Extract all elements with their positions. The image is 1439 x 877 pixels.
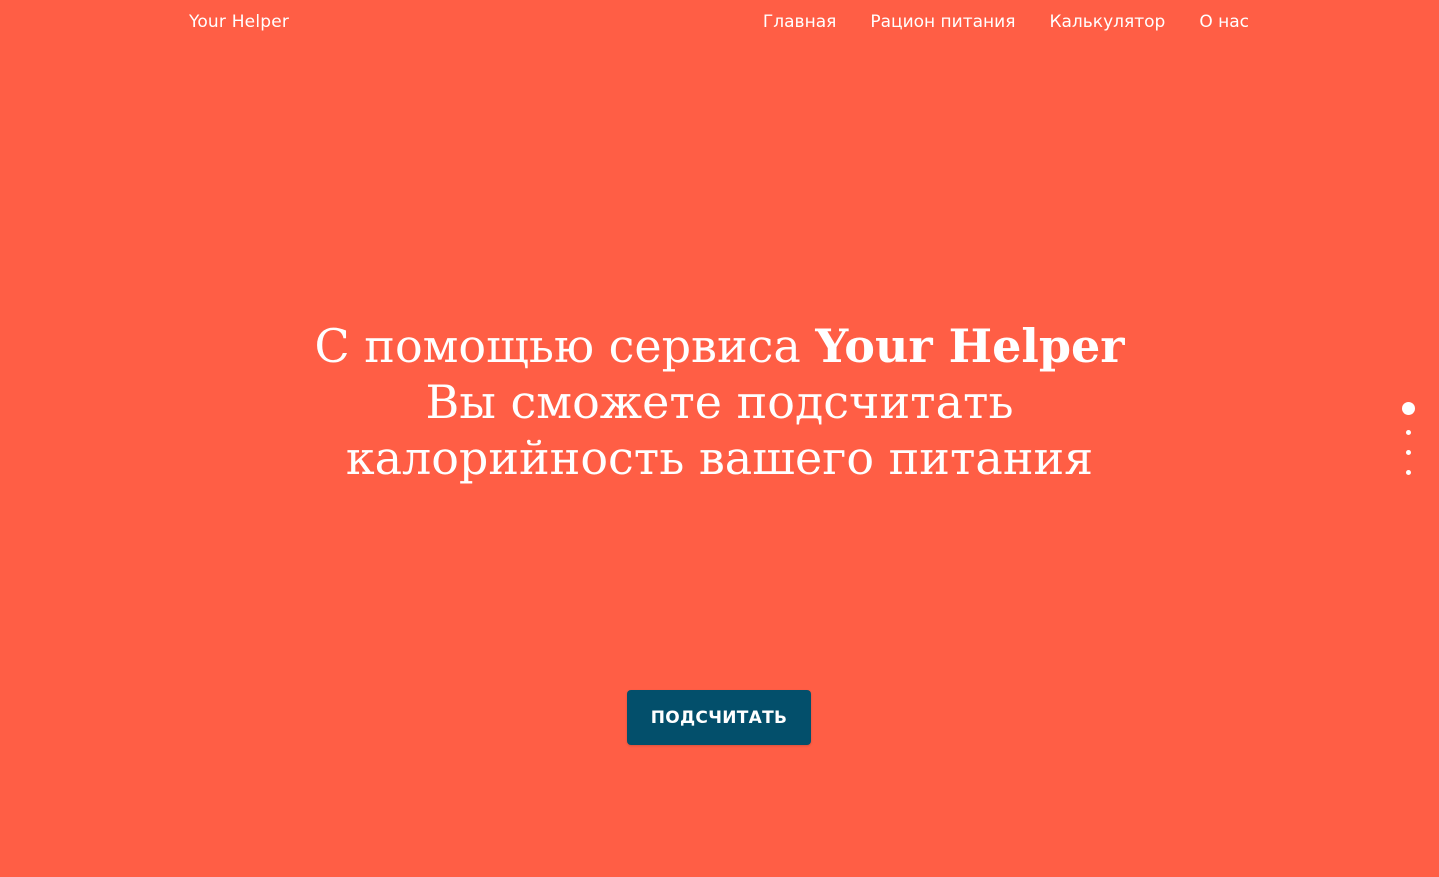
hero-heading-brand: Your Helper [815,319,1125,373]
hero-heading-line-1: С помощью сервиса Your Helper [0,318,1439,374]
nav-link-diet[interactable]: Рацион питания [870,12,1015,32]
hero-heading-text: С помощью сервиса [314,319,816,373]
pager-dot-1[interactable] [1401,402,1415,415]
hero-section: С помощью сервиса Your Helper Вы сможете… [0,318,1439,486]
section-pager [1400,402,1416,475]
nav-link-about[interactable]: О нас [1199,12,1249,32]
hero-heading-line-2: Вы сможете подсчитать [425,375,1014,429]
nav-link-home[interactable]: Главная [763,12,836,32]
calculate-button[interactable]: ПОДСЧИТАТЬ [627,690,811,745]
pager-dot-3[interactable] [1405,450,1411,455]
nav-link-calculator[interactable]: Калькулятор [1049,12,1165,32]
pager-dot-2[interactable] [1405,430,1411,435]
pager-dot-4[interactable] [1405,470,1411,475]
hero-heading-line-3: калорийность вашего питания [345,431,1094,485]
main-nav: Главная Рацион питания Калькулятор О нас [763,12,1249,32]
brand-logo-link[interactable]: Your Helper [189,12,289,32]
